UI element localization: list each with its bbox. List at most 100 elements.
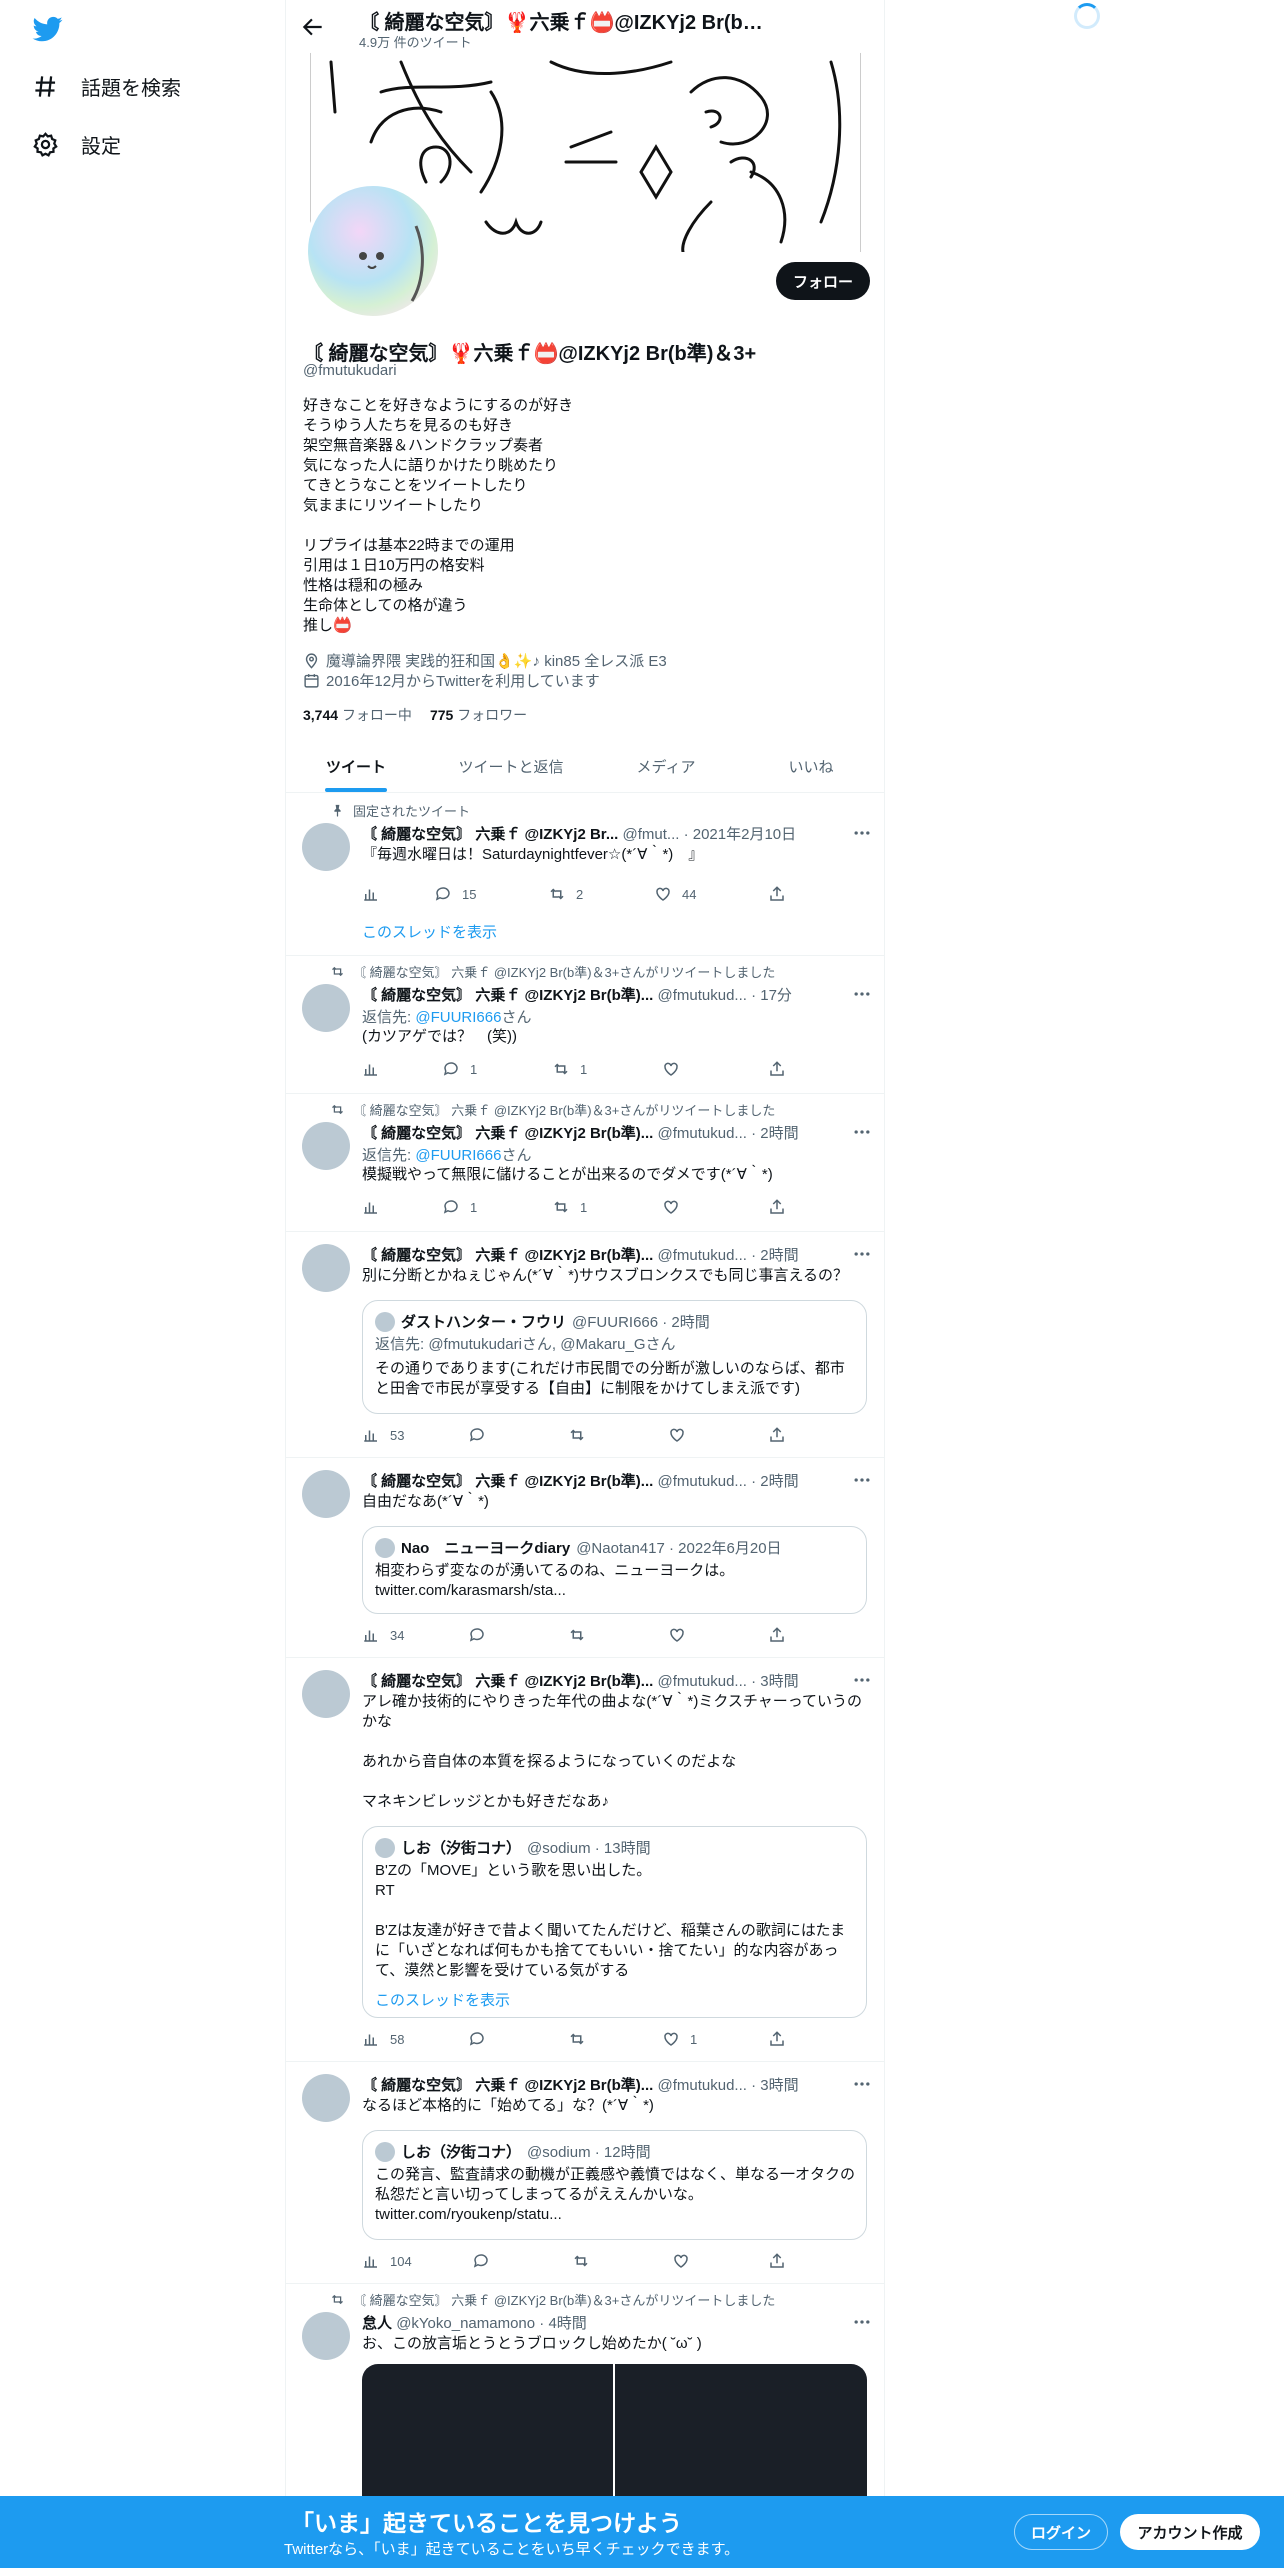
tweet[interactable]: 〘 綺麗な空気〙 六乗ｆ @IZKYj2 Br(b準)... @fmutukud… bbox=[286, 1232, 884, 1458]
share-button[interactable] bbox=[768, 2252, 786, 2270]
views-button[interactable] bbox=[362, 1060, 380, 1078]
avatar[interactable] bbox=[302, 2074, 350, 2122]
avatar[interactable] bbox=[302, 1122, 350, 1170]
analytics-icon bbox=[364, 2034, 377, 2046]
tab-tweets[interactable]: ツイート bbox=[286, 740, 426, 793]
avatar[interactable] bbox=[302, 1670, 350, 1718]
like-button[interactable] bbox=[672, 2252, 690, 2270]
tweet[interactable]: 〘 綺麗な空気〙 六乗ｆ @IZKYj2 Br(b準)... @fmutukud… bbox=[286, 2062, 884, 2284]
tweet-count: 4.9万 件のツイート bbox=[359, 35, 472, 50]
tweet-actions: 1 1 bbox=[362, 1198, 784, 1218]
tweet-header: 〘 綺麗な空気〙 六乗ｆ @IZKYj2 Br(b準)... @fmutukud… bbox=[362, 1673, 799, 1690]
like-button[interactable] bbox=[668, 1626, 686, 1644]
tweet-text: 『毎週水曜日は！Saturdaynightfever☆(*´∀｀*) 』 bbox=[362, 846, 704, 863]
more-icon[interactable] bbox=[852, 2074, 872, 2094]
share-button[interactable] bbox=[768, 1626, 786, 1644]
following-link[interactable]: 3,744 フォロー中 bbox=[303, 705, 412, 725]
quoted-tweet[interactable]: しお（汐街コナ） @sodium · 12時間 この発言、監査請求の動機が正義感や… bbox=[362, 2130, 867, 2240]
avatar[interactable] bbox=[302, 1244, 350, 1292]
tab-media[interactable]: メディア bbox=[596, 740, 736, 793]
tweet-text: 別に分断とかねぇじゃん(*´∀｀*)サウスブロンクスでも同じ事言えるの？ bbox=[362, 1267, 849, 1284]
share-button[interactable] bbox=[768, 1426, 786, 1444]
avatar bbox=[375, 1837, 395, 1858]
reply-button[interactable]: 1 bbox=[442, 1198, 477, 1216]
avatar[interactable] bbox=[302, 1470, 350, 1518]
reply-to-link[interactable]: @FUURI666 bbox=[415, 1147, 501, 1164]
views-button[interactable]: 34 bbox=[362, 1626, 404, 1644]
views-button[interactable]: 58 bbox=[362, 2030, 404, 2048]
reply-button[interactable] bbox=[468, 1626, 486, 1644]
retweet-button[interactable] bbox=[568, 2030, 586, 2048]
more-icon[interactable] bbox=[852, 984, 872, 1004]
reply-icon bbox=[469, 1428, 484, 1442]
login-button[interactable]: ログイン bbox=[1014, 2514, 1108, 2550]
reply-button[interactable] bbox=[468, 2030, 486, 2048]
page-title: 〘 綺麗な空気〙🦞六乗ｆ📛@IZKYj2 Br(b準... bbox=[359, 12, 779, 34]
reply-button[interactable]: 1 bbox=[442, 1060, 477, 1078]
avatar[interactable] bbox=[302, 2312, 350, 2360]
retweet-button[interactable]: 1 bbox=[552, 1060, 587, 1078]
show-thread-link[interactable]: このスレッドを表示 bbox=[362, 921, 497, 942]
retweet-button[interactable] bbox=[568, 1426, 586, 1444]
profile-bio: 好きなことを好きなようにするのが好き そうゆう人たちを見るのも好き 架空無音楽器… bbox=[303, 397, 574, 634]
reply-button[interactable] bbox=[468, 1426, 486, 1444]
tweet-text: 自由だなあ(*´∀｀*) bbox=[362, 1493, 489, 1510]
sidebar-item-explore[interactable]: 話題を検索 bbox=[32, 72, 181, 101]
quoted-tweet[interactable]: Nao ニューヨークdiary @Naotan417 · 2022年6月20日 相… bbox=[362, 1526, 867, 1614]
share-button[interactable] bbox=[768, 2030, 786, 2048]
views-button[interactable] bbox=[362, 885, 380, 903]
more-icon[interactable] bbox=[852, 1670, 872, 1690]
retweet-button[interactable] bbox=[568, 1626, 586, 1644]
tweet[interactable]: 〘 綺麗な空気〙 六乗ｆ @IZKYj2 Br(b準)... @fmutukud… bbox=[286, 1458, 884, 1658]
retweet-icon bbox=[332, 1104, 343, 1115]
reply-button[interactable]: 15 bbox=[434, 885, 476, 903]
tweet[interactable]: 〘 綺麗な空気〙 六乗ｆ @IZKYj2 Br(b準)＆3+さんがリツイートしま… bbox=[286, 956, 884, 1094]
back-arrow-icon[interactable] bbox=[300, 14, 326, 40]
sidebar: 話題を検索 設定 bbox=[0, 0, 285, 2568]
tweet[interactable]: 〘 綺麗な空気〙 六乗ｆ @IZKYj2 Br(b準)＆3+さんがリツイートしま… bbox=[286, 1094, 884, 1232]
more-icon[interactable] bbox=[852, 1122, 872, 1142]
more-icon[interactable] bbox=[852, 823, 872, 843]
heart-icon bbox=[674, 2254, 688, 2268]
tweet-text: お、この放言垢とうとうブロックし始めたか( ˘ω˘ ) bbox=[362, 2335, 702, 2352]
avatar[interactable] bbox=[302, 984, 350, 1032]
share-button[interactable] bbox=[768, 885, 786, 903]
like-button[interactable]: 44 bbox=[654, 885, 696, 903]
twitter-logo-icon[interactable] bbox=[30, 14, 66, 44]
more-icon[interactable] bbox=[852, 1470, 872, 1490]
retweet-button[interactable] bbox=[572, 2252, 590, 2270]
like-button[interactable]: 1 bbox=[662, 2030, 697, 2048]
tweet[interactable]: 〘 綺麗な空気〙 六乗ｆ @IZKYj2 Br(b準)... @fmutukud… bbox=[286, 1658, 884, 2062]
views-button[interactable]: 104 bbox=[362, 2252, 412, 2270]
reply-to-link[interactable]: @FUURI666 bbox=[415, 1009, 501, 1026]
show-thread-link[interactable]: このスレッドを表示 bbox=[375, 1991, 855, 2011]
sidebar-item-settings[interactable]: 設定 bbox=[32, 130, 121, 159]
avatar[interactable] bbox=[302, 823, 350, 871]
quoted-tweet[interactable]: ダストハンター・フウリ @FUURI666 · 2時間 返信先: @fmutuku… bbox=[362, 1300, 867, 1414]
tweet[interactable]: 固定されたツイート 〘 綺麗な空気〙 六乗ｆ @IZKYj2 Br... @fm… bbox=[286, 793, 884, 956]
views-button[interactable]: 53 bbox=[362, 1426, 404, 1444]
share-button[interactable] bbox=[768, 1198, 786, 1216]
retweet-button[interactable]: 1 bbox=[552, 1198, 587, 1216]
views-button[interactable] bbox=[362, 1198, 380, 1216]
reply-button[interactable] bbox=[472, 2252, 490, 2270]
like-button[interactable] bbox=[662, 1198, 680, 1216]
heart-icon bbox=[664, 1062, 678, 1076]
tab-tweets-and-replies[interactable]: ツイートと返信 bbox=[426, 740, 596, 793]
more-icon[interactable] bbox=[852, 1244, 872, 1264]
more-icon[interactable] bbox=[852, 2312, 872, 2332]
like-button[interactable] bbox=[668, 1426, 686, 1444]
quoted-tweet[interactable]: しお（汐街コナ） @sodium · 13時間 B'Zの「MOVE」という歌を思い… bbox=[362, 1826, 867, 2018]
joined-text: 2016年12月からTwitterを利用しています bbox=[326, 673, 600, 690]
retweet-button[interactable]: 2 bbox=[548, 885, 583, 903]
gear-icon bbox=[33, 132, 58, 157]
share-icon bbox=[770, 2031, 784, 2046]
follow-button[interactable]: フォロー bbox=[776, 262, 870, 300]
like-button[interactable] bbox=[662, 1060, 680, 1078]
followers-link[interactable]: 775 フォロワー bbox=[430, 705, 527, 725]
tab-likes[interactable]: いいね bbox=[736, 740, 884, 793]
profile-avatar[interactable] bbox=[304, 182, 442, 320]
share-button[interactable] bbox=[768, 1060, 786, 1078]
signup-button[interactable]: アカウント作成 bbox=[1120, 2514, 1260, 2550]
calendar-icon bbox=[304, 674, 319, 688]
